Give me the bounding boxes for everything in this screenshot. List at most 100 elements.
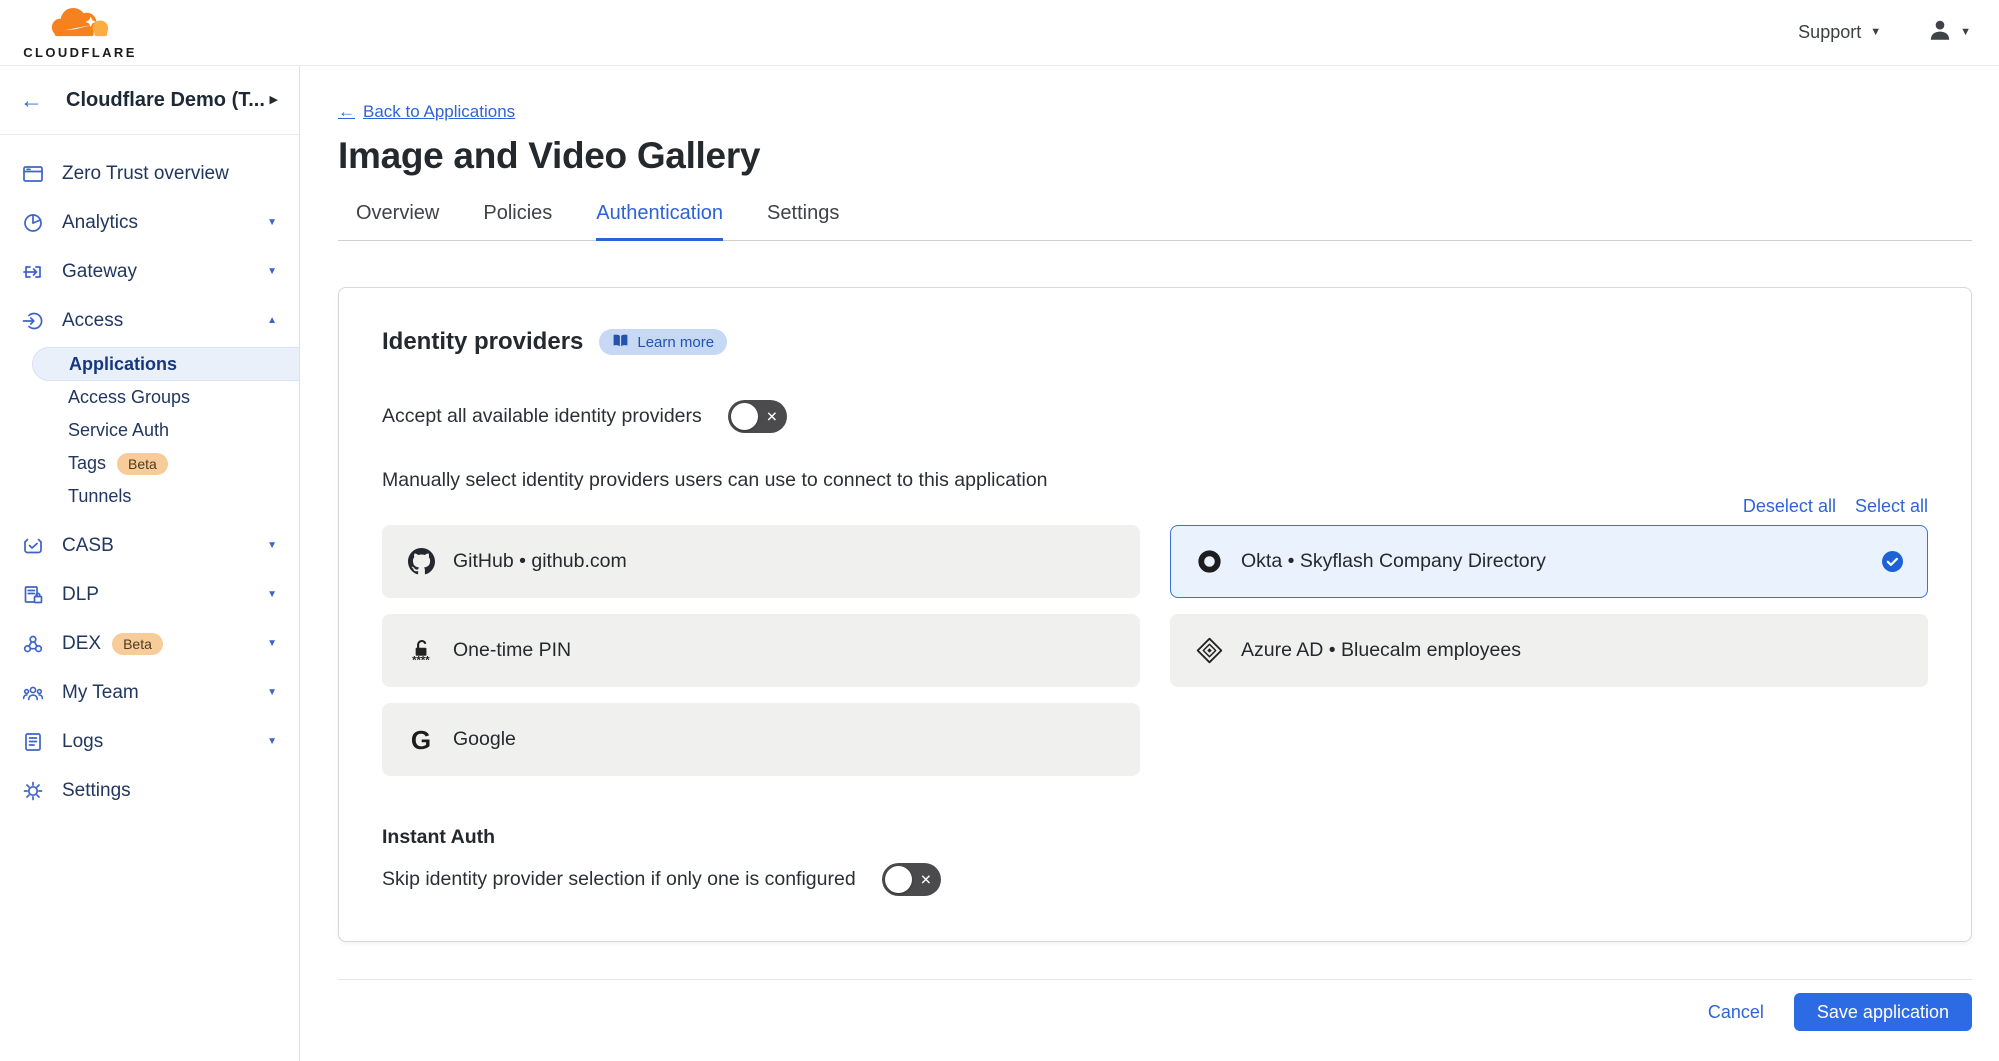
save-application-button[interactable]: Save application [1794,993,1972,1031]
access-submenu: Applications Access Groups Service Auth … [0,347,299,513]
page-title: Image and Video Gallery [338,135,1972,177]
chevron-down-icon[interactable]: ▼ [267,541,277,551]
chevron-down-icon[interactable]: ▼ [267,218,277,228]
toggle-knob [731,403,758,430]
sidebar-item-tunnels[interactable]: Tunnels [0,480,299,513]
sidebar-item-dex[interactable]: DEX Beta ▼ [0,619,299,668]
body-row: ← Cloudflare Demo (T... ▶ Zero Trust ove… [0,66,1999,1061]
chevron-down-icon[interactable]: ▼ [267,639,277,649]
back-arrow-icon: ← [338,102,355,122]
tab-bar: Overview Policies Authentication Setting… [338,202,1972,241]
accept-all-toggle[interactable]: ✕ [728,400,787,433]
provider-tile-one-time-pin[interactable]: **** One-time PIN [382,614,1140,687]
footer-actions: Cancel Save application [338,980,1972,1031]
tab-policies[interactable]: Policies [483,202,552,241]
svg-text:****: **** [412,655,430,664]
sidebar: ← Cloudflare Demo (T... ▶ Zero Trust ove… [0,66,300,1061]
network-nodes-icon [21,632,45,656]
user-menu[interactable]: ▼ [1927,17,1971,48]
learn-more-badge[interactable]: Learn more [599,329,727,355]
instant-auth-heading: Instant Auth [382,826,1928,849]
chevron-down-icon: ▼ [1960,27,1971,38]
gear-icon [21,779,45,803]
sidebar-item-service-auth[interactable]: Service Auth [0,414,299,447]
cloudflare-logo[interactable]: CLOUDFLARE [14,6,146,60]
casb-box-check-icon [21,534,45,558]
chevron-right-icon[interactable]: ▶ [270,95,278,106]
cloudflare-cloud-icon [47,6,113,44]
chevron-down-icon[interactable]: ▼ [267,737,277,747]
sidebar-item-my-team[interactable]: My Team ▼ [0,668,299,717]
sidebar-item-applications[interactable]: Applications [32,347,299,381]
providers-grid: GitHub • github.com Okta • Skyflash Comp… [382,525,1928,776]
provider-label: Google [453,728,516,751]
provider-tile-github[interactable]: GitHub • github.com [382,525,1140,598]
tab-settings[interactable]: Settings [767,202,839,241]
sidebar-item-casb[interactable]: CASB ▼ [0,521,299,570]
chevron-down-icon[interactable]: ▼ [267,688,277,698]
sidebar-item-label: DEX [62,633,101,655]
github-icon [407,548,435,576]
sidebar-item-label: Analytics [62,212,138,234]
sidebar-item-zero-trust-overview[interactable]: Zero Trust overview [0,149,299,198]
sidebar-subitem-label: Tags [68,453,106,474]
cancel-button[interactable]: Cancel [1708,1002,1764,1023]
toggle-off-x-icon: ✕ [920,872,932,886]
provider-label: Okta • Skyflash Company Directory [1241,550,1546,573]
manual-select-text: Manually select identity providers users… [382,469,1928,492]
sidebar-item-analytics[interactable]: Analytics ▼ [0,198,299,247]
sidebar-item-logs[interactable]: Logs ▼ [0,717,299,766]
log-list-icon [21,730,45,754]
account-switcher[interactable]: ← Cloudflare Demo (T... ▶ [0,66,299,135]
selection-links: Deselect all Select all [382,496,1928,517]
topbar-right: Support ▼ ▼ [1798,17,1971,48]
identity-providers-card: Identity providers Learn more Accept all… [338,287,1972,942]
chevron-up-icon[interactable]: ▲ [267,316,277,326]
sidebar-item-label: Logs [62,731,103,753]
sidebar-item-label: DLP [62,584,99,606]
sidebar-item-access[interactable]: Access ▲ [0,296,299,345]
sidebar-subitem-label: Access Groups [68,387,190,408]
sidebar-item-label: My Team [62,682,139,704]
zero-trust-dashboard: CLOUDFLARE Support ▼ ▼ ← C [0,0,1999,1061]
beta-badge: Beta [117,453,168,475]
sidebar-item-settings[interactable]: Settings [0,766,299,815]
sidebar-subitem-label: Applications [69,354,177,375]
provider-label: One-time PIN [453,639,571,662]
sidebar-item-access-groups[interactable]: Access Groups [0,381,299,414]
card-header: Identity providers Learn more [382,328,1928,356]
people-group-icon [21,681,45,705]
chevron-down-icon[interactable]: ▼ [267,267,277,277]
pie-chart-icon [21,211,45,235]
deselect-all-link[interactable]: Deselect all [1743,496,1836,517]
instant-auth-row: Skip identity provider selection if only… [382,863,1928,896]
one-time-pin-lock-icon: **** [407,637,435,665]
provider-tile-azure-ad[interactable]: Azure AD • Bluecalm employees [1170,614,1928,687]
sidebar-item-dlp[interactable]: DLP ▼ [0,570,299,619]
toggle-off-x-icon: ✕ [766,409,778,423]
chevron-down-icon[interactable]: ▼ [267,590,277,600]
tab-overview[interactable]: Overview [356,202,439,241]
topbar: CLOUDFLARE Support ▼ ▼ [0,0,1999,66]
sidebar-item-label: Zero Trust overview [62,163,229,185]
provider-tile-google[interactable]: G Google [382,703,1140,776]
card-title: Identity providers [382,328,583,356]
select-all-link[interactable]: Select all [1855,496,1928,517]
toggle-knob [885,866,912,893]
instant-auth-toggle[interactable]: ✕ [882,863,941,896]
google-icon: G [407,726,435,754]
sidebar-subitem-label: Tunnels [68,486,131,507]
document-lock-icon [21,583,45,607]
provider-label: GitHub • github.com [453,550,627,573]
support-menu[interactable]: Support ▼ [1798,22,1881,43]
learn-more-label: Learn more [637,334,714,351]
beta-badge: Beta [112,633,163,655]
provider-tile-okta[interactable]: Okta • Skyflash Company Directory [1170,525,1928,598]
back-link-label: Back to Applications [363,102,515,122]
back-arrow-icon[interactable]: ← [20,89,43,112]
sidebar-item-tags[interactable]: Tags Beta [0,447,299,480]
back-to-applications-link[interactable]: ← Back to Applications [338,102,515,122]
sidebar-nav: Zero Trust overview Analytics ▼ [0,135,299,815]
tab-authentication[interactable]: Authentication [596,202,723,241]
sidebar-item-gateway[interactable]: Gateway ▼ [0,247,299,296]
